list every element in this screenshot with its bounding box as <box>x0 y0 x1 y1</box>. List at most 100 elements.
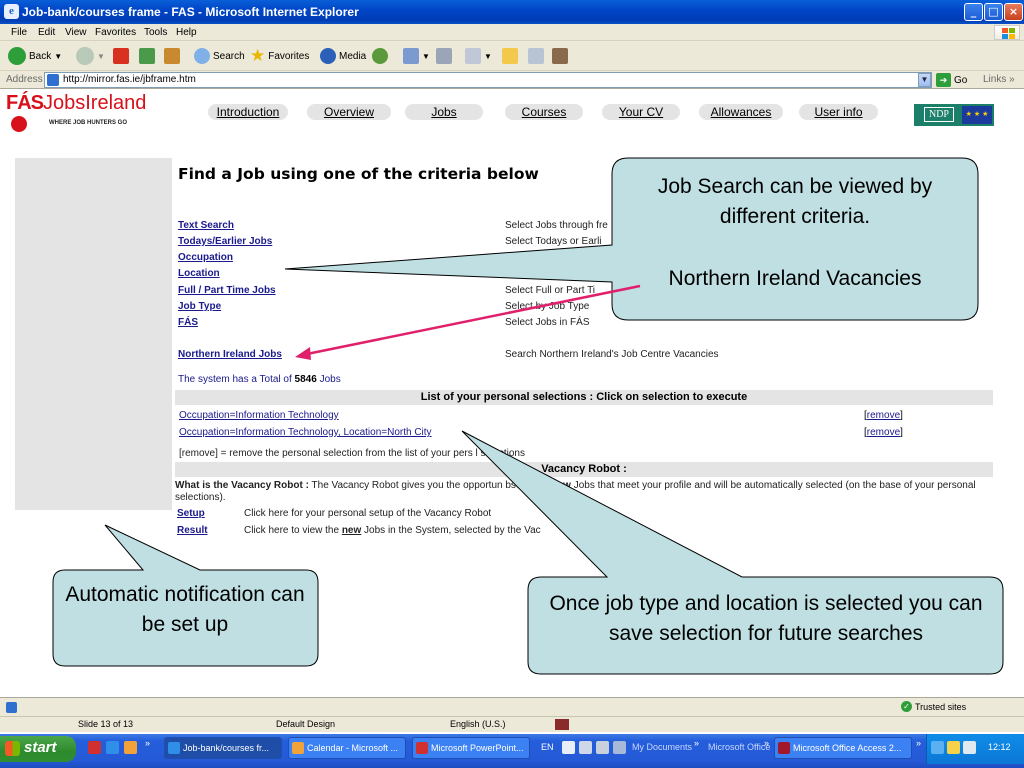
start-button[interactable]: start <box>0 736 76 762</box>
criteria-job-type[interactable]: Job Type <box>178 301 221 312</box>
criteria-desc: Select Full or Part Ti <box>505 285 596 296</box>
links-button[interactable]: Links » <box>983 74 1015 85</box>
toolbar-write-icon[interactable] <box>596 741 609 754</box>
result-link[interactable]: Result <box>177 525 208 536</box>
criteria-desc: Select Jobs in FÁS <box>505 317 590 328</box>
favorites-button[interactable]: ★ Favorites <box>250 46 309 66</box>
nav-your-cv[interactable]: Your CV <box>602 104 680 120</box>
maximize-button[interactable]: □ <box>984 3 1003 21</box>
toolbar-more-icon[interactable]: » <box>764 738 769 748</box>
criteria-text-search[interactable]: Text Search <box>178 220 234 231</box>
saved-selection[interactable]: Occupation=Information Technology <box>179 410 339 421</box>
logo-jobsireland-text: JobsIreland <box>43 92 147 114</box>
nav-courses[interactable]: Courses <box>505 104 583 120</box>
menu-help[interactable]: Help <box>176 27 197 38</box>
tray-security-icon[interactable] <box>947 741 960 754</box>
task-powerpoint[interactable]: Microsoft PowerPoint... <box>412 737 530 759</box>
robot-text: The Vacancy Robot gives you the opportun… <box>308 480 552 491</box>
forward-button[interactable]: ▼ <box>76 46 105 66</box>
refresh-button[interactable] <box>139 46 155 66</box>
task-access[interactable]: Microsoft Office Access 2... <box>774 737 912 759</box>
logo-swoosh-icon <box>11 116 27 132</box>
url-field[interactable]: http://mirror.fas.ie/jbframe.htm <box>44 72 932 88</box>
research-icon <box>552 48 568 64</box>
zone-label: Trusted sites <box>915 701 967 712</box>
selections-header: List of your personal selections : Click… <box>175 390 993 405</box>
criteria-desc: Select Jobs through fre <box>505 220 608 231</box>
quicklaunch-powerpoint-icon[interactable] <box>88 741 101 754</box>
criteria-todays-jobs[interactable]: Todays/Earlier Jobs <box>178 236 272 247</box>
star-icon: ★ <box>250 46 266 65</box>
task-calendar[interactable]: Calendar - Microsoft ... <box>288 737 406 759</box>
powerpoint-icon <box>416 742 428 754</box>
quicklaunch-ie-icon[interactable] <box>106 741 119 754</box>
taskbar-more-icon[interactable]: » <box>916 738 921 748</box>
print-button[interactable] <box>436 46 452 66</box>
quicklaunch-more-icon[interactable]: » <box>145 738 150 748</box>
toolbar-my-documents[interactable]: My Documents <box>632 742 692 752</box>
nav-overview[interactable]: Overview <box>307 104 391 120</box>
quicklaunch-outlook-icon[interactable] <box>124 741 137 754</box>
edit-button[interactable]: ▼ <box>465 46 492 66</box>
criteria-location[interactable]: Location <box>178 268 220 279</box>
toolbar-more-icon[interactable]: » <box>694 738 699 748</box>
criteria-full-part-time[interactable]: Full / Part Time Jobs <box>178 285 276 296</box>
forward-arrow-icon <box>76 47 94 65</box>
tray-volume-icon[interactable] <box>963 741 976 754</box>
media-icon <box>320 48 336 64</box>
menu-favorites[interactable]: Favorites <box>95 27 136 38</box>
toolbar-ms-office[interactable]: Microsoft Office <box>708 742 770 752</box>
language-bar[interactable]: EN <box>541 742 554 752</box>
menu-bar: File Edit View Favorites Tools Help <box>0 24 1024 41</box>
setup-link[interactable]: Setup <box>177 508 205 519</box>
messenger-button[interactable] <box>528 46 544 66</box>
menu-view[interactable]: View <box>65 27 87 38</box>
minimize-button[interactable]: _ <box>964 3 983 21</box>
callout-notification-text: Automatic notification can be set up <box>65 583 305 636</box>
address-dropdown-button[interactable]: ▼ <box>918 73 931 87</box>
spellcheck-icon <box>555 719 569 730</box>
nav-allowances[interactable]: Allowances <box>699 104 783 120</box>
home-button[interactable] <box>164 46 180 66</box>
search-button[interactable]: Search <box>194 46 245 66</box>
criteria-occupation[interactable]: Occupation <box>178 252 233 263</box>
criteria-desc: Search Northern Ireland's Job Centre Vac… <box>505 349 719 360</box>
fas-jobsireland-logo[interactable]: FÁSJobsIreland WHERE JOB HUNTERS GO <box>6 92 147 132</box>
tray-network-icon[interactable] <box>931 741 944 754</box>
back-button[interactable]: Back ▼ <box>8 46 62 66</box>
print-icon <box>436 48 452 64</box>
remove-selection[interactable]: [remove] <box>864 427 903 438</box>
criteria-fas[interactable]: FÁS <box>178 317 198 328</box>
vacancy-robot-header: Vacancy Robot : <box>175 462 993 477</box>
close-button[interactable]: × <box>1004 3 1023 21</box>
nav-user-info[interactable]: User info <box>799 104 878 120</box>
access-icon <box>778 742 790 754</box>
mail-button[interactable]: ▼ <box>403 46 430 66</box>
criteria-northern-ireland[interactable]: Northern Ireland Jobs <box>178 349 282 360</box>
stop-button[interactable] <box>113 46 129 66</box>
menu-file[interactable]: File <box>11 27 27 38</box>
media-button[interactable]: Media <box>320 46 366 66</box>
research-button[interactable] <box>552 46 568 66</box>
remove-note: [remove] = remove the personal selection… <box>179 448 525 459</box>
nav-jobs[interactable]: Jobs <box>405 104 483 120</box>
history-button[interactable] <box>372 46 388 66</box>
toolbar-keyboard-icon[interactable] <box>579 741 592 754</box>
toolbar-pen-icon[interactable] <box>562 741 575 754</box>
window-title-bar[interactable]: e Job-bank/courses frame - FAS - Microso… <box>0 0 1024 24</box>
mail-icon <box>403 48 419 64</box>
discuss-button[interactable] <box>502 46 518 66</box>
saved-selection[interactable]: Occupation=Information Technology, Locat… <box>179 427 432 438</box>
task-ie[interactable]: Job-bank/courses fr... <box>164 737 282 759</box>
toolbar-help-icon[interactable] <box>613 741 626 754</box>
remove-selection[interactable]: [remove] <box>864 410 903 421</box>
criteria-desc: Select by O <box>505 252 557 263</box>
chevron-down-icon: ▼ <box>422 51 430 61</box>
nav-introduction[interactable]: Introduction <box>208 104 288 120</box>
menu-tools[interactable]: Tools <box>144 27 167 38</box>
remove-label: remove <box>866 427 901 438</box>
menu-edit[interactable]: Edit <box>38 27 55 38</box>
go-button[interactable]: ➔ Go <box>936 73 967 87</box>
toolbar: Back ▼ ▼ Search ★ Favorites Media ▼ ▼ <box>0 41 1024 71</box>
task-label: Job-bank/courses fr... <box>183 743 270 753</box>
